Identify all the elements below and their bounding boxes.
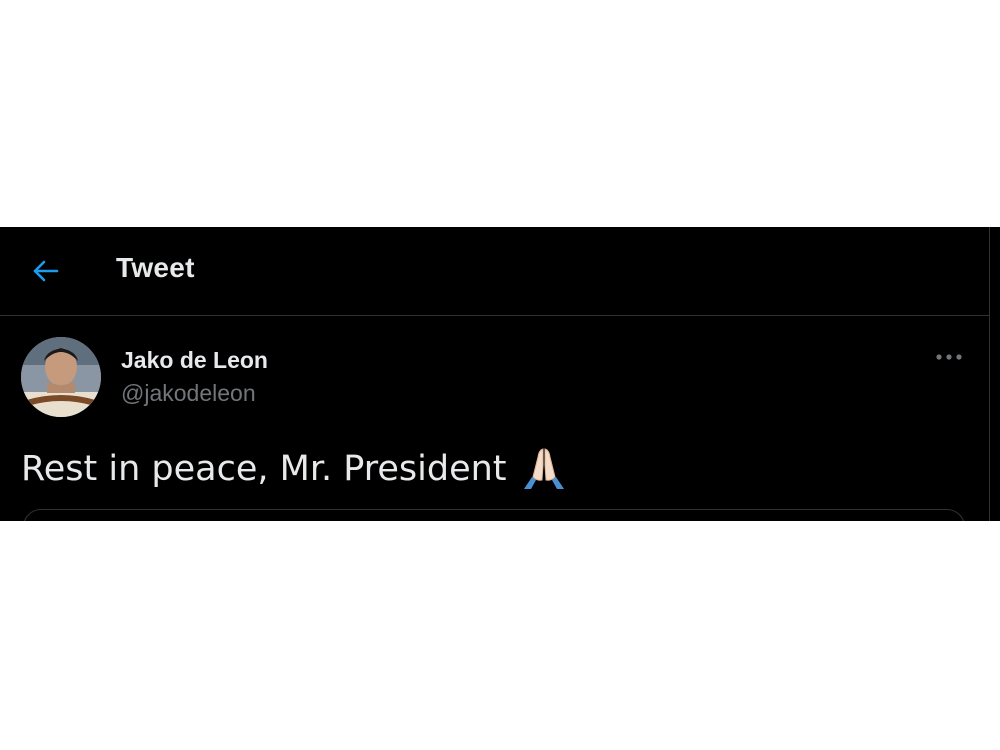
author-handle[interactable]: @jakodeleon (121, 380, 256, 407)
author-display-name[interactable]: Jako de Leon (121, 347, 268, 374)
tweet-body: Rest in peace, Mr. President (21, 447, 569, 491)
page-title: Tweet (116, 252, 195, 283)
quoted-tweet-card[interactable] (23, 509, 965, 521)
user-avatar-image (21, 337, 101, 417)
tweet-author-row: Jako de Leon @jakodeleon (0, 316, 990, 426)
back-button[interactable] (28, 253, 64, 289)
more-horizontal-icon (936, 354, 962, 360)
more-options-button[interactable] (932, 342, 966, 372)
folded-hands-icon (523, 448, 564, 489)
screenshot-canvas: Tweet Jako de Leon @jakodeleon Rest in p… (0, 0, 1000, 750)
scrollbar-track[interactable] (989, 227, 1000, 521)
avatar[interactable] (21, 337, 101, 417)
tweet-text: Rest in peace, Mr. President (21, 449, 507, 489)
tweet-header: Tweet (0, 227, 990, 316)
arrow-left-icon (33, 260, 59, 282)
tweet-detail-panel: Tweet Jako de Leon @jakodeleon Rest in p… (0, 227, 1000, 521)
